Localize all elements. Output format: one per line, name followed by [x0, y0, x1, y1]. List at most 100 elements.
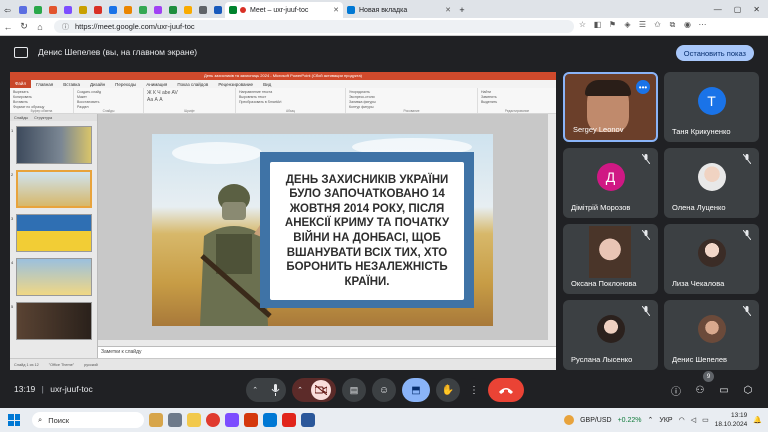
- ppt-tab-design[interactable]: Дизайн: [85, 82, 110, 87]
- captions-button[interactable]: ▤: [342, 378, 366, 402]
- tab-meet[interactable]: Meet – uxr-juuf-toc ✕: [225, 2, 343, 18]
- notifications-icon[interactable]: 🔔: [753, 416, 762, 424]
- pinned-tab[interactable]: [90, 2, 105, 18]
- ribbon-find[interactable]: Найти: [481, 90, 553, 94]
- ticker-name[interactable]: GBP/USD: [580, 417, 612, 424]
- pinned-tab[interactable]: [135, 2, 150, 18]
- refresh-icon[interactable]: ↻: [16, 21, 32, 32]
- pinned-tab[interactable]: [45, 2, 60, 18]
- ppt-tab-transitions[interactable]: Переходы: [110, 82, 141, 87]
- chevron-up-icon[interactable]: ⌃: [252, 386, 258, 394]
- pinned-tab[interactable]: [120, 2, 135, 18]
- language-indicator[interactable]: УКР: [659, 417, 672, 424]
- ppt-tab-insert[interactable]: Вставка: [58, 82, 85, 87]
- volume-icon[interactable]: ◁: [691, 416, 696, 424]
- new-tab-button[interactable]: +: [455, 2, 469, 18]
- pinned-tab[interactable]: [75, 2, 90, 18]
- favorites-icon[interactable]: ✩: [651, 20, 664, 33]
- slide-thumbnail[interactable]: [16, 126, 92, 164]
- taskbar-search[interactable]: ⌕ Поиск: [32, 412, 144, 428]
- extension-icon[interactable]: ◧: [591, 20, 604, 33]
- chat-button[interactable]: ▭: [714, 380, 734, 400]
- opera-icon[interactable]: [206, 413, 220, 427]
- ribbon-reset[interactable]: Восстановить: [77, 100, 140, 104]
- extension-icon[interactable]: ☰: [636, 20, 649, 33]
- pinned-tab[interactable]: [15, 2, 30, 18]
- ppt-tab-view[interactable]: Вид: [258, 82, 276, 87]
- home-icon[interactable]: ⌂: [32, 22, 48, 32]
- pinned-tab[interactable]: [210, 2, 225, 18]
- pinned-tab[interactable]: [195, 2, 210, 18]
- minimize-icon[interactable]: —: [714, 5, 722, 14]
- ribbon-copy[interactable]: Копировать: [13, 95, 70, 99]
- ribbon-replace[interactable]: Заменить: [481, 95, 553, 99]
- close-window-icon[interactable]: ✕: [753, 5, 760, 14]
- extension-icon[interactable]: ◈: [621, 20, 634, 33]
- collections-icon[interactable]: ⧉: [666, 20, 679, 33]
- meeting-details-button[interactable]: ⓘ: [666, 380, 686, 400]
- ppt-tab-review[interactable]: Рецензирование: [213, 82, 258, 87]
- pinned-tab[interactable]: [150, 2, 165, 18]
- ribbon-font-styles[interactable]: Ж К Ч abe AV: [147, 90, 232, 96]
- app-icon[interactable]: [225, 413, 239, 427]
- chevron-up-icon[interactable]: ⌃: [648, 416, 654, 424]
- pinned-tab[interactable]: [105, 2, 120, 18]
- ribbon-new-slide[interactable]: Создать слайд: [77, 90, 140, 94]
- microphone-icon[interactable]: [271, 384, 280, 396]
- word-taskbar-icon[interactable]: [301, 413, 315, 427]
- ribbon-paste[interactable]: Вставить: [13, 100, 70, 104]
- stop-presenting-button[interactable]: Остановить показ: [675, 45, 754, 61]
- participant-tile-ruslana[interactable]: Руслана Лысенко: [563, 300, 658, 370]
- ribbon-smartart[interactable]: Преобразовать в SmartArt: [239, 100, 342, 104]
- participant-tile-denys[interactable]: Денис Шепелев: [664, 300, 759, 370]
- chevron-up-icon[interactable]: ⌃: [297, 386, 303, 394]
- raise-hand-button[interactable]: ✋: [436, 378, 460, 402]
- url-input[interactable]: ⓘ https://meet.google.com/uxr-juuf-toc: [54, 20, 574, 33]
- slide-thumbnail[interactable]: [16, 258, 92, 296]
- site-info-icon[interactable]: ⓘ: [62, 22, 69, 32]
- task-view-icon[interactable]: [168, 413, 182, 427]
- star-icon[interactable]: ☆: [576, 20, 589, 33]
- maximize-icon[interactable]: ▢: [734, 5, 742, 14]
- ribbon-align-text[interactable]: Выровнять текст: [239, 95, 342, 99]
- slide-thumbnail[interactable]: [16, 214, 92, 252]
- ribbon-font-size[interactable]: Аа А А: [147, 97, 232, 103]
- reactions-button[interactable]: ☺: [372, 378, 396, 402]
- ppt-tab-animation[interactable]: Анимация: [141, 82, 172, 87]
- notes-field[interactable]: Заметки к слайду: [98, 346, 556, 358]
- edge-taskbar-icon[interactable]: [263, 413, 277, 427]
- participant-tile-tanya[interactable]: Т Таня Крикуненко: [664, 72, 759, 142]
- tab-back-arrow[interactable]: ⇦: [0, 2, 15, 18]
- ribbon-text-direction[interactable]: Направление текста: [239, 90, 342, 94]
- ribbon-shape-fill[interactable]: Заливка фигуры: [349, 100, 474, 104]
- participant-tile-oksana[interactable]: Оксана Поклонова: [563, 224, 658, 294]
- wifi-icon[interactable]: ◠: [679, 416, 685, 424]
- tab-outline[interactable]: Структура: [34, 116, 52, 120]
- slide-thumbnail-selected[interactable]: [16, 170, 92, 208]
- pinned-tab[interactable]: [180, 2, 195, 18]
- ribbon-cut[interactable]: Вырезать: [13, 90, 70, 94]
- more-options-button[interactable]: ⋮: [466, 378, 482, 402]
- battery-icon[interactable]: ▭: [702, 416, 709, 424]
- slide-thumbnail[interactable]: [16, 302, 92, 340]
- extension-icon[interactable]: ⚑: [606, 20, 619, 33]
- back-arrow-icon[interactable]: ←: [0, 22, 16, 32]
- ribbon-arrange[interactable]: Упорядочить: [349, 90, 474, 94]
- participant-tile-olena[interactable]: Олена Луценко: [664, 148, 759, 218]
- profile-icon[interactable]: ◉: [681, 20, 694, 33]
- taskbar-clock[interactable]: 13:19 18.10.2024: [715, 411, 748, 429]
- people-button[interactable]: ⚇: [690, 380, 710, 400]
- windows-start-icon[interactable]: [8, 414, 20, 426]
- ribbon-layout[interactable]: Макет: [77, 95, 140, 99]
- close-tab-icon[interactable]: ✕: [333, 6, 339, 14]
- ppt-tab-home[interactable]: Главная: [31, 82, 58, 87]
- ppt-tab-file[interactable]: Файл: [10, 80, 32, 88]
- ppt-tab-slideshow[interactable]: Показ слайдов: [172, 82, 213, 87]
- ribbon-quick-styles[interactable]: Экспресс-стили: [349, 95, 474, 99]
- pinned-tab[interactable]: [30, 2, 45, 18]
- ribbon-select[interactable]: Выделить: [481, 100, 553, 104]
- participant-tile-sergey[interactable]: ••• Sergey Leonov: [563, 72, 658, 142]
- slide-text-box[interactable]: ДЕНЬ ЗАХИСНИКІВ УКРАЇНИ БУЛО ЗАПОЧАТКОВА…: [270, 162, 464, 300]
- leave-call-button[interactable]: [488, 378, 524, 402]
- powerpoint-taskbar-icon[interactable]: [244, 413, 258, 427]
